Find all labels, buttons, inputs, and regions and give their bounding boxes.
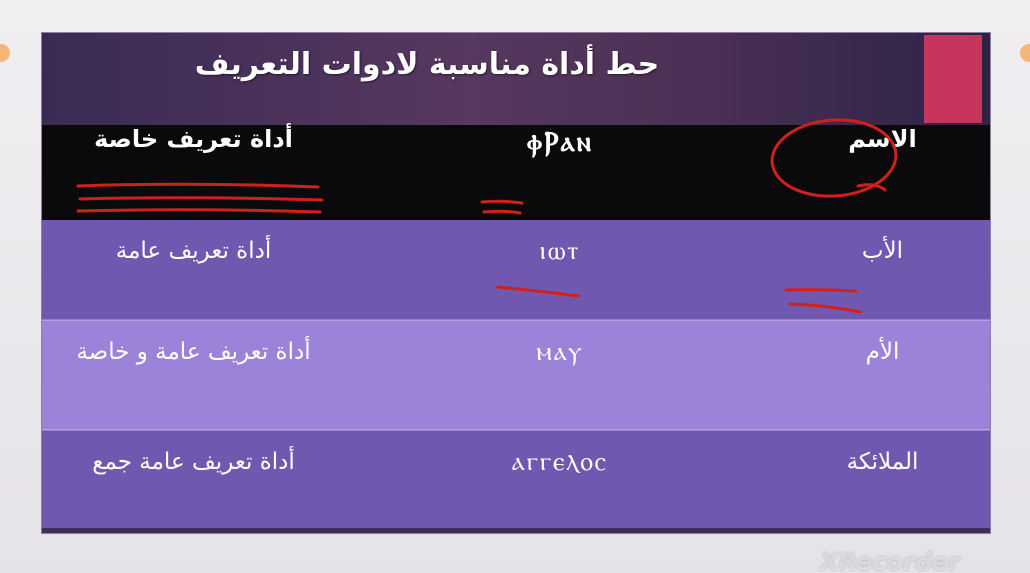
slide-nav-dot-right[interactable] <box>1020 44 1030 62</box>
screen: حط أداة مناسبة لادوات التعريف أداة تعريف… <box>0 0 1030 573</box>
slide-title-bar: حط أداة مناسبة لادوات التعريف <box>42 33 990 125</box>
slide-nav-dot-left[interactable] <box>0 44 10 62</box>
recorder-watermark: XRecorder <box>820 548 960 573</box>
cell-article: أداة تعريف عامة و خاصة <box>42 319 345 430</box>
definition-articles-table: أداة تعريف خاصة ⲫⲢⲁⲛ الاسم أداة تعريف عا… <box>42 125 990 528</box>
presentation-slide: حط أداة مناسبة لادوات التعريف أداة تعريف… <box>42 33 990 533</box>
cell-word: ⲙⲁⲩ <box>345 319 775 430</box>
accent-decoration <box>924 35 982 123</box>
slide-title: حط أداة مناسبة لادوات التعريف <box>194 47 660 82</box>
cell-name: الملائكة <box>775 429 990 528</box>
cell-article: أداة تعريف عامة <box>115 238 272 264</box>
header-name: الاسم <box>848 125 917 153</box>
table-header-row: أداة تعريف خاصة ⲫⲢⲁⲛ الاسم <box>42 125 990 220</box>
table-row: أداة تعريف عامة ⲓⲱⲧ الأب <box>42 220 990 320</box>
header-article: أداة تعريف خاصة <box>94 125 293 153</box>
cell-article: أداة تعريف عامة جمع <box>42 429 345 528</box>
table-row: أداة تعريف عامة و خاصة ⲙⲁⲩ الأم <box>42 319 990 430</box>
cell-name: الأب <box>861 238 904 264</box>
cell-word: ⲓⲱⲧ <box>539 236 581 266</box>
table-row: أداة تعريف عامة جمع ⲁⲅⲅⲉⲗⲟⲥ الملائكة <box>42 429 990 528</box>
cell-word: ⲁⲅⲅⲉⲗⲟⲥ <box>345 429 775 528</box>
header-word: ⲫⲢⲁⲛ <box>527 125 593 158</box>
cell-name: الأم <box>775 319 990 430</box>
